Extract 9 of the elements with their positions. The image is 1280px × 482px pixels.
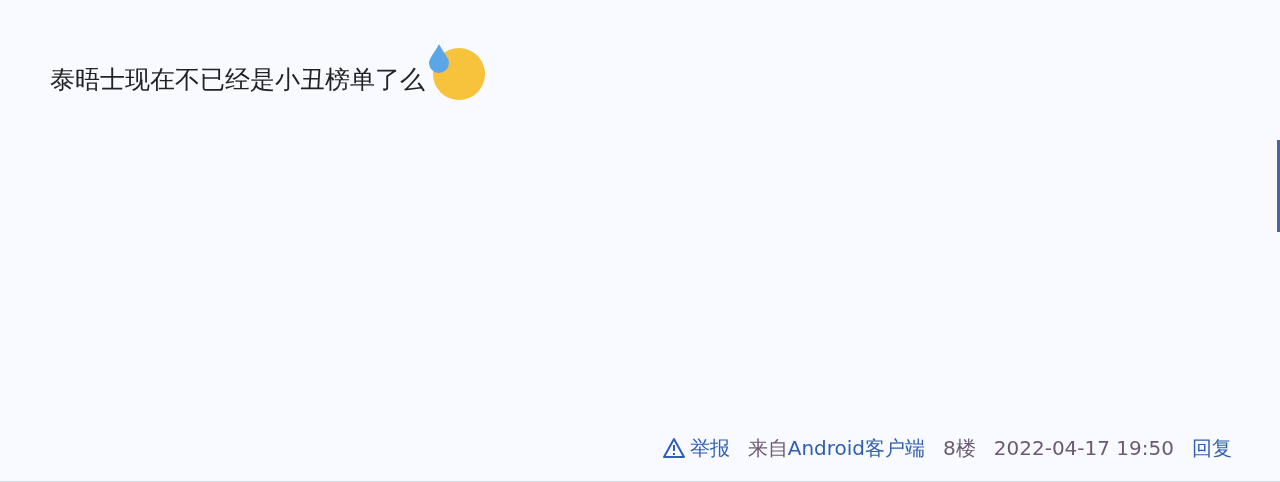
source-label: 来自 (747, 435, 788, 462)
reply-link[interactable]: 回复 (1192, 433, 1232, 463)
source-link[interactable]: Android客户端 (787, 433, 926, 463)
post-text: 泰晤士现在不已经是小丑榜单了么 (50, 63, 425, 96)
post-time: 2022-04-17 19:50 (993, 435, 1174, 462)
scrollbar[interactable] (1277, 140, 1280, 232)
report-link[interactable]: 举报 (661, 433, 730, 463)
warning-icon (661, 437, 686, 459)
floor-number: 8楼 (943, 435, 976, 462)
